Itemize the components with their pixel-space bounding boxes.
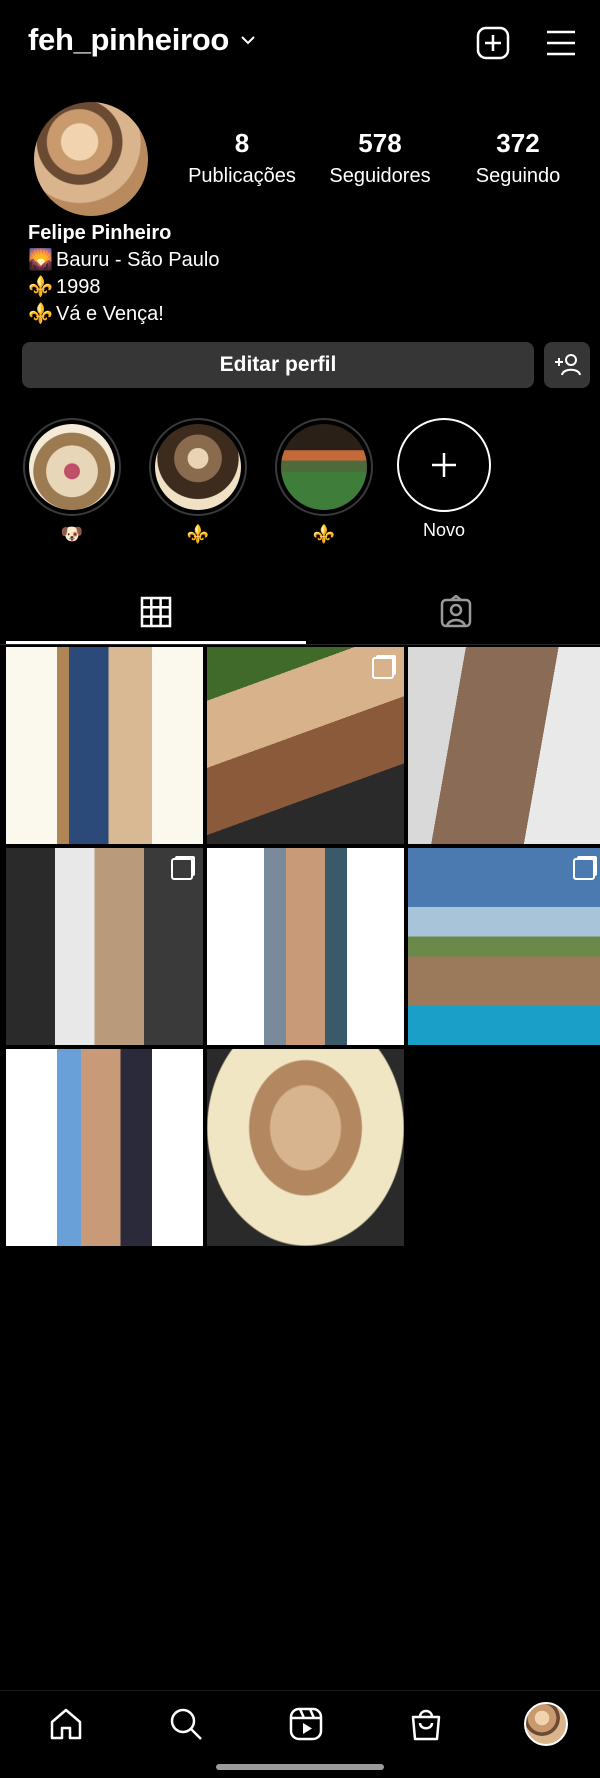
- followers-count: 578: [358, 128, 402, 158]
- followers-label: Seguidores: [329, 165, 431, 187]
- bio-emoji: ⚜️: [28, 303, 53, 325]
- bio-line: ⚜️ 1998: [28, 274, 219, 301]
- bio: Felipe Pinheiro 🌄 Bauru - São Paulo ⚜️ 1…: [28, 220, 219, 328]
- profile-tabs: [0, 580, 600, 645]
- new-highlight-button[interactable]: Novo: [394, 418, 494, 541]
- nav-profile[interactable]: [521, 1699, 571, 1749]
- highlight-thumbnail: [155, 424, 241, 510]
- bio-emoji: 🌄: [28, 249, 53, 271]
- multi-photo-icon: [171, 858, 193, 880]
- active-tab-indicator: [6, 641, 306, 644]
- bottom-nav: [0, 1690, 600, 1757]
- highlight-caption: ⚜️: [186, 524, 210, 544]
- grid-icon: [140, 596, 172, 628]
- top-bar: feh_pinheiroo: [0, 0, 600, 86]
- menu-button[interactable]: [542, 24, 580, 62]
- plus-icon: [432, 453, 456, 477]
- following-label: Seguindo: [475, 165, 561, 187]
- nav-reels[interactable]: [281, 1699, 331, 1749]
- multi-photo-icon: [573, 858, 595, 880]
- new-post-icon: [476, 26, 510, 60]
- grid-post[interactable]: [207, 647, 404, 844]
- home-icon: [50, 1708, 82, 1740]
- grid-post[interactable]: [6, 1049, 203, 1246]
- menu-icon: [547, 30, 575, 56]
- system-home-indicator[interactable]: [216, 1764, 384, 1770]
- posts-count: 8: [234, 128, 250, 158]
- new-post-button[interactable]: [474, 24, 512, 62]
- chevron-down-icon: [241, 36, 255, 45]
- posts-label: Publicações: [188, 165, 296, 187]
- bio-emoji: ⚜️: [28, 276, 53, 298]
- highlight-item[interactable]: ⚜️: [148, 418, 248, 545]
- add-person-icon: [555, 354, 581, 376]
- following-count: 372: [496, 128, 540, 158]
- posts-stat[interactable]: 8 Publicações: [172, 128, 312, 188]
- highlight-thumbnail: [281, 424, 367, 510]
- tab-tagged[interactable]: [306, 580, 600, 644]
- highlight-caption: ⚜️: [312, 524, 336, 544]
- account-switcher[interactable]: feh_pinheiroo: [28, 22, 257, 58]
- bio-line: ⚜️ Vá e Vença!: [28, 301, 219, 328]
- username: feh_pinheiroo: [28, 22, 230, 57]
- followers-stat[interactable]: 578 Seguidores: [310, 128, 450, 188]
- tagged-icon: [440, 595, 472, 628]
- bio-text: Bauru - São Paulo: [56, 249, 220, 271]
- highlight-ring: [149, 418, 247, 516]
- nav-search[interactable]: [161, 1699, 211, 1749]
- grid-post[interactable]: [6, 647, 203, 844]
- highlight-item[interactable]: ⚜️: [274, 418, 374, 545]
- grid-post[interactable]: [408, 647, 600, 844]
- discover-people-button[interactable]: [544, 342, 590, 388]
- search-icon: [170, 1708, 202, 1740]
- bio-line: 🌄 Bauru - São Paulo: [28, 247, 219, 274]
- bio-text: Vá e Vença!: [56, 303, 164, 325]
- grid-post[interactable]: [207, 1049, 404, 1246]
- highlight-ring: [275, 418, 373, 516]
- edit-profile-button[interactable]: Editar perfil: [22, 342, 534, 388]
- highlight-caption: 🐶: [60, 524, 84, 544]
- tab-posts-grid[interactable]: [6, 580, 306, 644]
- bio-text: 1998: [56, 276, 101, 298]
- nav-home[interactable]: [41, 1699, 91, 1749]
- grid-post[interactable]: [207, 848, 404, 1045]
- profile-name: Felipe Pinheiro: [28, 222, 172, 244]
- highlight-item[interactable]: 🐶: [22, 418, 122, 545]
- multi-photo-icon: [372, 657, 394, 679]
- highlight-thumbnail: [29, 424, 115, 510]
- shop-icon: [411, 1709, 441, 1741]
- nav-shop[interactable]: [401, 1699, 451, 1749]
- profile-avatar-icon: [524, 1702, 568, 1746]
- profile-avatar[interactable]: [34, 102, 148, 216]
- grid-post[interactable]: [408, 848, 600, 1045]
- new-highlight-label: Novo: [422, 520, 466, 540]
- following-stat[interactable]: 372 Seguindo: [448, 128, 588, 188]
- reels-icon: [289, 1707, 323, 1741]
- highlight-ring: [23, 418, 121, 516]
- grid-post[interactable]: [6, 848, 203, 1045]
- new-highlight-ring: [397, 418, 491, 512]
